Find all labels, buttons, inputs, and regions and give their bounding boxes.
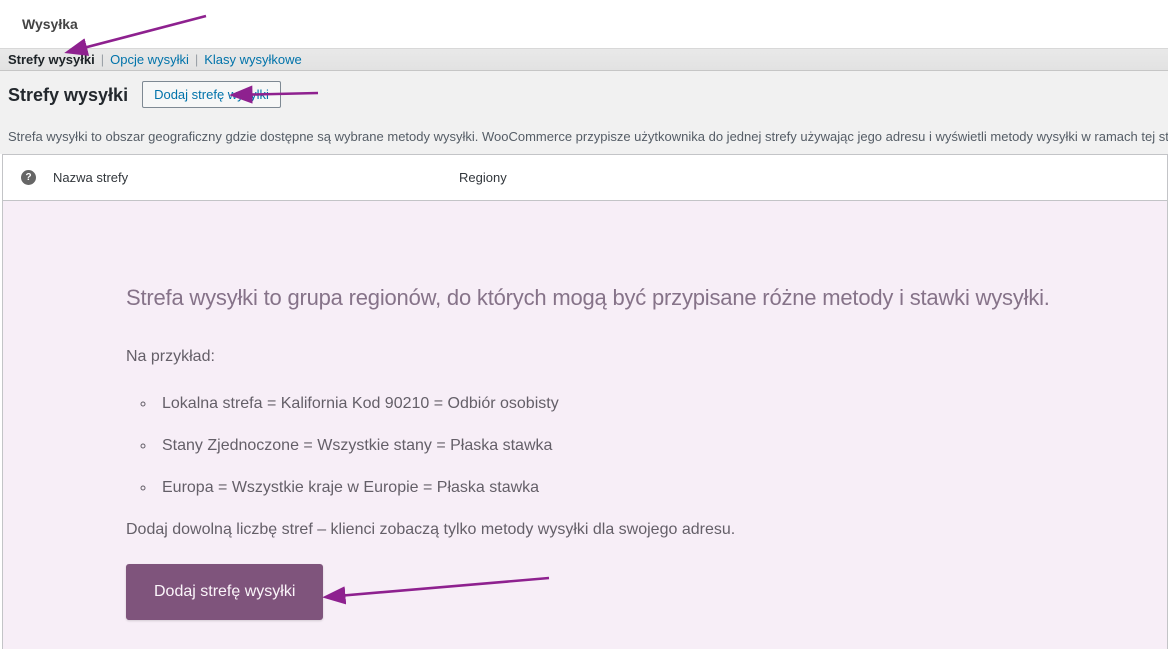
tab-shipping-zones[interactable]: Strefy wysyłki (8, 52, 95, 67)
empty-state-example-list: Lokalna strefa = Kalifornia Kod 90210 = … (156, 395, 1167, 497)
list-item: Lokalna strefa = Kalifornia Kod 90210 = … (156, 395, 1167, 413)
settings-header-section: Strefy wysyłki Dodaj strefę wysyłki Stre… (0, 71, 1168, 154)
list-item: Europa = Wszystkie kraje w Europie = Pła… (156, 479, 1167, 497)
empty-state-intro: Na przykład: (126, 348, 215, 365)
tab-separator: | (194, 52, 199, 67)
column-header-regions: Regiony (459, 170, 507, 185)
tab-shipping-classes[interactable]: Klasy wysyłkowe (204, 52, 302, 67)
add-shipping-zone-button-main[interactable]: Dodaj strefę wysyłki (126, 564, 324, 620)
empty-state-note: Dodaj dowolną liczbę stref – klienci zob… (126, 521, 736, 538)
tab-shipping-options[interactable]: Opcje wysyłki (110, 52, 189, 67)
top-bar: Wysyłka (0, 0, 1168, 48)
add-shipping-zone-button-top[interactable]: Dodaj strefę wysyłki (142, 81, 281, 108)
shipping-zones-table: ? Nazwa strefy Regiony Strefa wysyłki to… (2, 154, 1168, 649)
column-header-zone-name: Nazwa strefy (53, 170, 129, 185)
shipping-settings-page: Wysyłka Strefy wysyłki | Opcje wysyłki |… (0, 0, 1168, 649)
empty-state-heading: Strefa wysyłki to grupa regionów, do któ… (126, 285, 1050, 310)
empty-state-panel: Strefa wysyłki to grupa regionów, do któ… (3, 201, 1167, 649)
table-header-row: ? Nazwa strefy Regiony (3, 155, 1167, 201)
tab-separator: | (100, 52, 105, 67)
section-description: Strefa wysyłki to obszar geograficzny gd… (8, 129, 1168, 144)
list-item: Stany Zjednoczone = Wszystkie stany = Pł… (156, 437, 1167, 455)
help-icon[interactable]: ? (21, 170, 36, 185)
settings-tab-bar: Strefy wysyłki | Opcje wysyłki | Klasy w… (0, 48, 1168, 71)
section-heading: Strefy wysyłki (8, 84, 129, 105)
page-title: Wysyłka (22, 16, 78, 32)
